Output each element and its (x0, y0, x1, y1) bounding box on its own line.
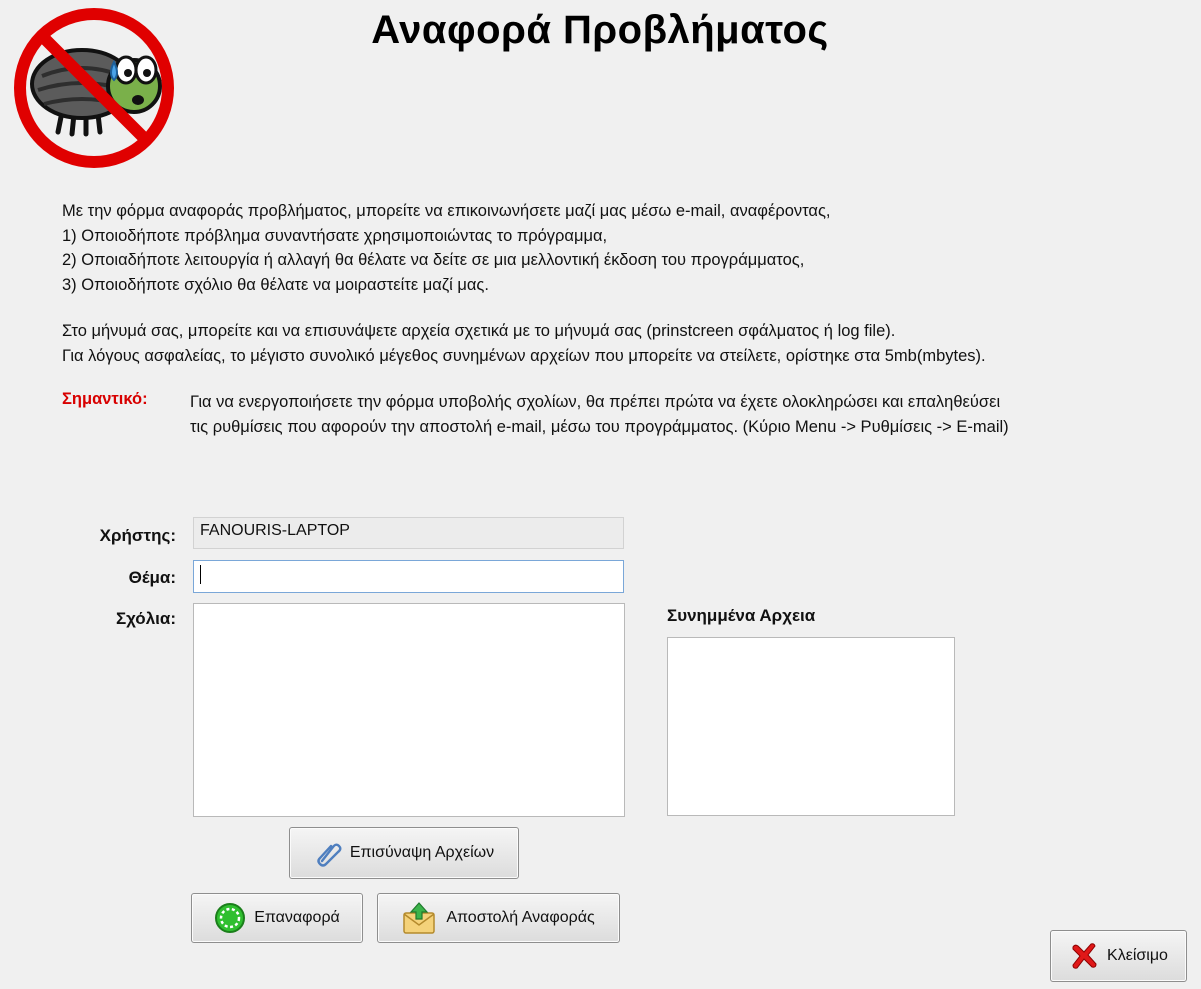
intro-line: 1) Οποιοδήποτε πρόβλημα συναντήσατε χρησ… (62, 226, 608, 245)
intro-line: Στο μήνυμά σας, μπορείτε και να επισυνάψ… (62, 322, 896, 340)
important-text: Για να ενεργοποιήσετε την φόρμα υποβολής… (190, 390, 1190, 439)
attachments-list[interactable] (667, 637, 955, 816)
intro-text: Με την φόρμα αναφοράς προβλήματος, μπορε… (62, 199, 1192, 368)
intro-line: 3) Οποιοδήποτε σχόλιο θα θέλατε να μοιρα… (62, 275, 489, 294)
user-label: Χρήστης: (99, 526, 176, 545)
important-line: Για να ενεργοποιήσετε την φόρμα υποβολής… (190, 393, 1001, 411)
user-value: FANOURIS-LAPTOP (200, 522, 350, 539)
comments-label: Σχόλια: (115, 609, 176, 628)
intro-line: 2) Οποιαδήποτε λειτουργία ή αλλαγή θα θέ… (62, 251, 805, 269)
attach-files-label: Επισύναψη Αρχείων (349, 844, 495, 861)
green-reset-icon (215, 903, 246, 933)
close-button[interactable]: Κλείσιμο (1050, 930, 1187, 982)
close-label: Κλείσιμο (1107, 947, 1168, 964)
user-field: FANOURIS-LAPTOP (193, 517, 624, 549)
intro-line: Με την φόρμα αναφοράς προβλήματος, μπορε… (62, 202, 831, 220)
send-report-button[interactable]: Αποστολή Αναφοράς (377, 893, 620, 943)
envelope-upload-icon (403, 902, 436, 934)
reset-button[interactable]: Επαναφορά (191, 893, 363, 943)
important-line: τις ρυθμίσεις που αφορούν την αποστολή e… (190, 417, 1009, 436)
paperclip-icon (317, 843, 342, 867)
no-bugs-logo-icon (10, 4, 178, 172)
subject-input[interactable] (193, 560, 624, 593)
page-title: Αναφορά Προβλήματος (371, 8, 829, 52)
attachments-title: Συνημμένα Αρχεια (667, 606, 816, 625)
red-x-icon (1072, 943, 1097, 969)
subject-label: Θέμα: (128, 568, 176, 587)
comments-textarea[interactable] (193, 603, 625, 817)
reset-label: Επαναφορά (254, 909, 340, 926)
important-label: Σημαντικό: (62, 390, 148, 408)
attach-files-button[interactable]: Επισύναψη Αρχείων (289, 827, 519, 879)
intro-line: Για λόγους ασφαλείας, το μέγιστο συνολικ… (62, 346, 986, 365)
send-report-label: Αποστολή Αναφοράς (446, 909, 595, 926)
text-caret (200, 565, 201, 584)
